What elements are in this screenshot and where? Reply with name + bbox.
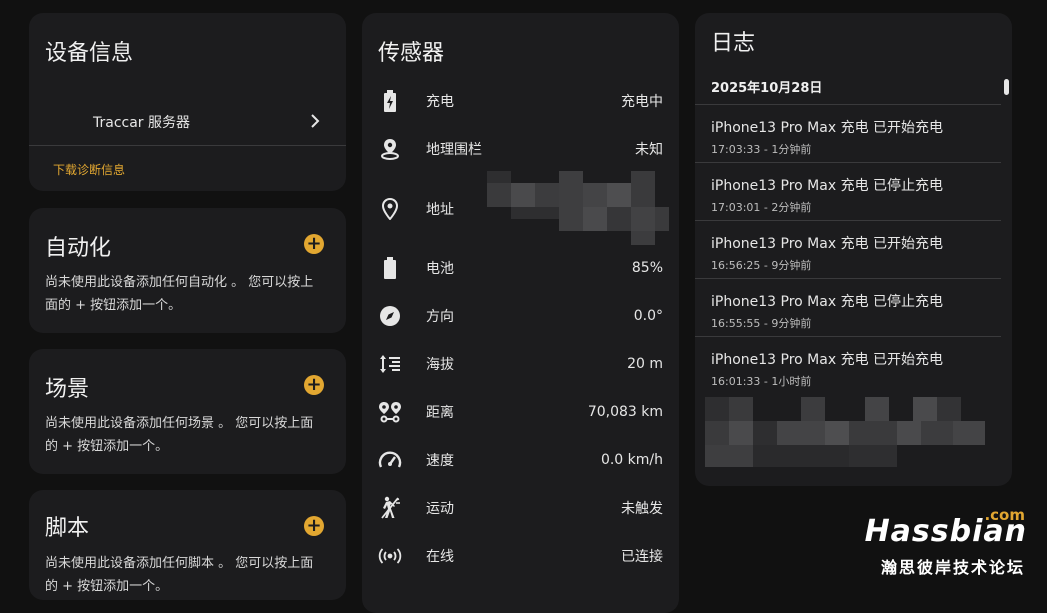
- traccar-server-row[interactable]: Traccar 服务器: [29, 103, 346, 146]
- hassbian-watermark: .com Hassbian 瀚思彼岸技术论坛: [864, 506, 1027, 577]
- sensor-row-online[interactable]: 在线 已连接: [362, 532, 679, 580]
- map-marker-icon: [378, 197, 402, 221]
- sensor-row-altitude[interactable]: 海拔 20 m: [362, 340, 679, 388]
- logbook-card: 日志 2025年10月28日 iPhone13 Pro Max 充电 已开始充电…: [695, 13, 1012, 486]
- sensor-row-motion[interactable]: 运动 未触发: [362, 484, 679, 532]
- sensors-card: 传感器 充电 充电中 地理围栏 未知 地址 电池 85% 方向 0.0° 海拔 …: [362, 13, 679, 613]
- map-marker-radius-icon: [378, 137, 402, 161]
- automation-title: 自动化: [45, 236, 112, 261]
- sensor-row-distance[interactable]: 距离 70,083 km: [362, 388, 679, 436]
- sensor-row-address[interactable]: 地址: [362, 171, 679, 247]
- scripts-card: 脚本 + 尚未使用此设备添加任何脚本 。 您可以按上面的 + 按钮添加一个。: [29, 490, 346, 600]
- sensor-value: 85%: [631, 260, 663, 276]
- sensor-row-battery[interactable]: 电池 85%: [362, 244, 679, 292]
- sensor-row-charging[interactable]: 充电 充电中: [362, 77, 679, 125]
- logbook-title: 日志: [711, 31, 756, 56]
- scenes-description: 尚未使用此设备添加任何场景 。 您可以按上面的 + 按钮添加一个。: [45, 416, 314, 454]
- compass-icon: [378, 304, 402, 328]
- automation-description: 尚未使用此设备添加任何自动化 。 您可以按上面的 + 按钮添加一个。: [45, 275, 314, 313]
- sensor-name: 运动: [426, 501, 454, 517]
- automation-card: 自动化 + 尚未使用此设备添加任何自动化 。 您可以按上面的 + 按钮添加一个。: [29, 208, 346, 333]
- sensor-name: 方向: [426, 309, 454, 325]
- sensor-value: 0.0 km/h: [600, 452, 663, 468]
- sensor-name: 海拔: [426, 357, 454, 373]
- logbook-scrollbar[interactable]: [1004, 79, 1009, 95]
- watermark-brand: Hassbian: [864, 514, 1027, 549]
- sensor-name: 距离: [426, 405, 454, 421]
- log-time: 16:56:25 - 9分钟前: [711, 259, 812, 272]
- scripts-description: 尚未使用此设备添加任何脚本 。 您可以按上面的 + 按钮添加一个。: [45, 556, 314, 594]
- sensor-name: 电池: [426, 261, 454, 277]
- log-entry[interactable]: iPhone13 Pro Max 充电 已开始充电 16:01:33 - 1小时…: [695, 336, 1001, 394]
- add-automation-button[interactable]: +: [304, 234, 324, 254]
- device-info-title: 设备信息: [45, 41, 134, 66]
- scripts-title: 脚本: [45, 516, 90, 541]
- sensor-value: 70,083 km: [587, 404, 663, 420]
- speedometer-icon: [378, 448, 402, 472]
- log-time: 17:03:01 - 2分钟前: [711, 201, 812, 214]
- log-time: 17:03:33 - 1分钟前: [711, 143, 812, 156]
- map-marker-distance-icon: [378, 400, 402, 424]
- add-script-button[interactable]: +: [304, 516, 324, 536]
- log-entry[interactable]: iPhone13 Pro Max 充电 已停止充电 17:03:01 - 2分钟…: [695, 162, 1001, 221]
- sensor-row-direction[interactable]: 方向 0.0°: [362, 292, 679, 340]
- watermark-tagline: 瀚思彼岸技术论坛: [880, 558, 1025, 577]
- chevron-right-icon: [310, 113, 320, 133]
- walk-icon: [378, 496, 402, 520]
- log-entry[interactable]: iPhone13 Pro Max 充电 已开始充电 17:03:33 - 1分钟…: [695, 104, 1001, 163]
- log-message: iPhone13 Pro Max 充电 已开始充电: [711, 236, 944, 252]
- log-entry[interactable]: iPhone13 Pro Max 充电 已开始充电 16:56:25 - 9分钟…: [695, 220, 1001, 279]
- log-message: iPhone13 Pro Max 充电 已停止充电: [711, 178, 944, 194]
- download-diagnostics-link[interactable]: 下载诊断信息: [53, 161, 125, 178]
- sensor-value: 0.0°: [633, 308, 663, 324]
- sensor-value: 未知: [635, 142, 663, 158]
- log-time: 16:01:33 - 1小时前: [711, 375, 812, 388]
- device-info-card: 设备信息 Traccar 服务器 下载诊断信息: [29, 13, 346, 191]
- sensor-value: 20 m: [627, 356, 663, 372]
- logbook-date: 2025年10月28日: [711, 81, 823, 96]
- sensor-name: 在线: [426, 549, 454, 565]
- sensor-name: 地址: [426, 202, 454, 218]
- logbook-scroll-area[interactable]: 2025年10月28日 iPhone13 Pro Max 充电 已开始充电 17…: [695, 71, 1012, 394]
- log-message: iPhone13 Pro Max 充电 已开始充电: [711, 120, 944, 136]
- battery-charging-icon: [378, 89, 402, 113]
- traccar-server-label: Traccar 服务器: [93, 115, 191, 131]
- sensors-title: 传感器: [378, 41, 445, 66]
- sensor-row-speed[interactable]: 速度 0.0 km/h: [362, 436, 679, 484]
- log-message: iPhone13 Pro Max 充电 已停止充电: [711, 294, 944, 310]
- sensor-name: 充电: [426, 94, 454, 110]
- sensor-row-geofence[interactable]: 地理围栏 未知: [362, 125, 679, 173]
- sensor-value: 充电中: [621, 94, 663, 110]
- sensor-name: 地理围栏: [426, 142, 482, 158]
- altitude-icon: [378, 352, 402, 376]
- log-time: 16:55:55 - 9分钟前: [711, 317, 812, 330]
- battery-icon: [378, 256, 402, 280]
- log-message: iPhone13 Pro Max 充电 已开始充电: [711, 352, 944, 368]
- log-entry[interactable]: iPhone13 Pro Max 充电 已停止充电 16:55:55 - 9分钟…: [695, 278, 1001, 337]
- scenes-title: 场景: [45, 377, 90, 402]
- sensor-name: 速度: [426, 453, 454, 469]
- scenes-card: 场景 + 尚未使用此设备添加任何场景 。 您可以按上面的 + 按钮添加一个。: [29, 349, 346, 474]
- sensor-value: 未触发: [621, 501, 663, 517]
- add-scene-button[interactable]: +: [304, 375, 324, 395]
- sensor-value: 已连接: [621, 549, 663, 565]
- redacted-map: [705, 397, 1005, 469]
- online-signal-icon: [378, 544, 402, 568]
- redacted-address: [487, 171, 669, 247]
